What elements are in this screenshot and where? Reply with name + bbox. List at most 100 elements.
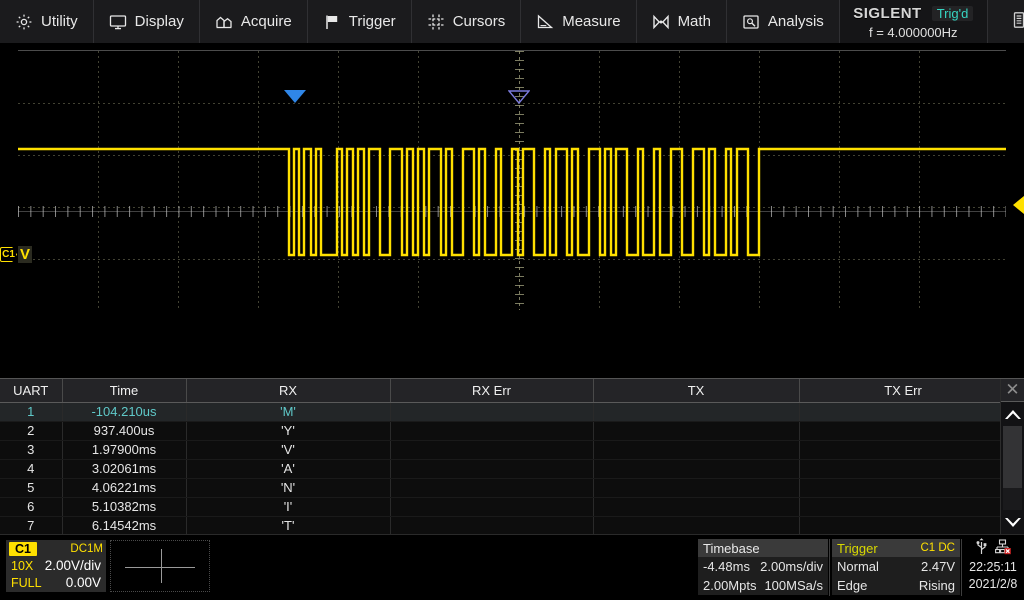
scroll-up-icon[interactable] — [1001, 402, 1024, 426]
table-row[interactable]: 1-104.210us'M' — [0, 402, 1007, 421]
cell-index: 5 — [0, 478, 62, 497]
table-row[interactable]: 65.10382ms'I' — [0, 497, 1007, 516]
table-row[interactable]: 43.02061ms'A' — [0, 459, 1007, 478]
gear-icon — [15, 13, 33, 31]
status-panel: SIGLENT Trig'd f = 4.000000Hz — [840, 0, 988, 43]
menu-item-cursors[interactable]: Cursors — [412, 0, 522, 43]
cell-tx-err — [799, 478, 1007, 497]
cell-rx: 'A' — [186, 459, 390, 478]
cell-tx-err — [799, 402, 1007, 421]
table-row[interactable]: 2937.400us'Y' — [0, 421, 1007, 440]
menu-label: Cursors — [453, 13, 506, 30]
siglent-logo: SIGLENT — [853, 5, 922, 22]
trigger-mode: Normal — [837, 559, 879, 574]
menu-item-display[interactable]: Display — [94, 0, 200, 43]
column-header-uart: UART — [0, 379, 62, 402]
cell-rx: 'I' — [186, 497, 390, 516]
acquire-icon — [215, 13, 233, 31]
cell-time: 3.02061ms — [62, 459, 186, 478]
scrollbar-thumb[interactable] — [1003, 426, 1022, 488]
cell-tx-err — [799, 421, 1007, 440]
cell-tx-err — [799, 440, 1007, 459]
network-error-icon — [995, 539, 1011, 560]
trigger-source: C1 DC — [920, 542, 955, 554]
table-body: 1-104.210us'M'2937.400us'Y'31.97900ms'V'… — [0, 402, 1007, 535]
channel-vertical-scale: 2.00V/div — [45, 558, 101, 573]
cell-index: 3 — [0, 440, 62, 459]
cell-time: 4.06221ms — [62, 478, 186, 497]
cell-rx-err — [390, 402, 593, 421]
column-header-time: Time — [62, 379, 186, 402]
scroll-down-icon[interactable] — [1001, 511, 1024, 535]
position-indicator-pad — [110, 540, 210, 592]
menu-item-acquire[interactable]: Acquire — [200, 0, 308, 43]
scrollbar-track[interactable] — [1003, 426, 1022, 510]
menu-label: Acquire — [241, 13, 292, 30]
usb-icon — [975, 538, 988, 560]
menu-label: Analysis — [768, 13, 824, 30]
cell-rx-err — [390, 497, 593, 516]
cell-index: 4 — [0, 459, 62, 478]
close-icon[interactable]: ✕ — [1001, 379, 1024, 402]
table-row[interactable]: 76.14542ms'T' — [0, 516, 1007, 535]
timebase-scale: 2.00ms/div — [760, 559, 823, 574]
cell-time: 6.14542ms — [62, 516, 186, 535]
cell-rx-err — [390, 440, 593, 459]
menu-label: Display — [135, 13, 184, 30]
menu-item-math[interactable]: Math — [637, 0, 727, 43]
column-header-rx: RX — [186, 379, 390, 402]
cell-tx — [593, 497, 799, 516]
cell-time: 5.10382ms — [62, 497, 186, 516]
cell-time: 1.97900ms — [62, 440, 186, 459]
menu-item-analysis[interactable]: Analysis — [727, 0, 840, 43]
table-row[interactable]: 54.06221ms'N' — [0, 478, 1007, 497]
cell-rx-err — [390, 421, 593, 440]
decode-button[interactable]: DECODE — [988, 0, 1024, 43]
timebase-delay: -4.48ms — [703, 559, 750, 574]
trigger-panel[interactable]: Trigger C1 DC Normal 2.47V Edge Rising — [832, 539, 960, 595]
cell-tx — [593, 459, 799, 478]
analysis-icon — [742, 13, 760, 31]
trigger-type: Edge — [837, 578, 867, 593]
cell-tx — [593, 440, 799, 459]
cell-tx-err — [799, 516, 1007, 535]
menu-label: Measure — [562, 13, 620, 30]
timebase-sample-rate: 100MSa/s — [764, 578, 823, 593]
channel-offset: 0.00V — [66, 575, 101, 590]
menu-item-trigger[interactable]: Trigger — [308, 0, 412, 43]
waveform-display-area[interactable]: C1 V — [0, 44, 1024, 326]
column-header-rx-err: RX Err — [390, 379, 593, 402]
top-menu-bar: Utility Display Acquire Trigger Cursors … — [0, 0, 1024, 44]
decode-bus-row: S1 Rx Tx 'M''Y''V''A''N''I''T''A''R' — [0, 326, 1024, 376]
frequency-readout: f = 4.000000Hz — [848, 25, 979, 40]
cell-rx-err — [390, 478, 593, 497]
menu-item-utility[interactable]: Utility — [0, 0, 94, 43]
table-row[interactable]: 31.97900ms'V' — [0, 440, 1007, 459]
cell-index: 2 — [0, 421, 62, 440]
trigger-slope: Rising — [919, 578, 955, 593]
cell-rx-err — [390, 516, 593, 535]
system-status-panel: 22:25:11 2021/2/8 — [964, 539, 1022, 595]
menu-label: Utility — [41, 13, 78, 30]
bottom-status-bar: C1 DC1M 10X 2.00V/div FULL 0.00V Timebas… — [0, 534, 1024, 600]
channel-1-panel[interactable]: C1 DC1M 10X 2.00V/div FULL 0.00V — [6, 540, 106, 592]
cell-index: 6 — [0, 497, 62, 516]
decode-results-table[interactable]: UART Time RX RX Err TX TX Err 1-104.210u… — [0, 378, 1024, 534]
cell-rx: 'M' — [186, 402, 390, 421]
menu-item-measure[interactable]: Measure — [521, 0, 636, 43]
cell-rx: 'N' — [186, 478, 390, 497]
cell-tx — [593, 516, 799, 535]
flag-icon — [323, 13, 341, 31]
cell-tx — [593, 421, 799, 440]
cell-rx: 'V' — [186, 440, 390, 459]
monitor-icon — [109, 13, 127, 31]
cell-rx: 'Y' — [186, 421, 390, 440]
channel-probe-ratio: 10X — [11, 559, 33, 573]
cell-index: 7 — [0, 516, 62, 535]
cursors-icon — [427, 13, 445, 31]
system-date: 2021/2/8 — [964, 576, 1022, 593]
table-scroll-column: ✕ — [1000, 379, 1024, 535]
timebase-panel[interactable]: Timebase -4.48ms 2.00ms/div 2.00Mpts 100… — [698, 539, 828, 595]
menu-label: Trigger — [349, 13, 396, 30]
measure-icon — [536, 13, 554, 31]
